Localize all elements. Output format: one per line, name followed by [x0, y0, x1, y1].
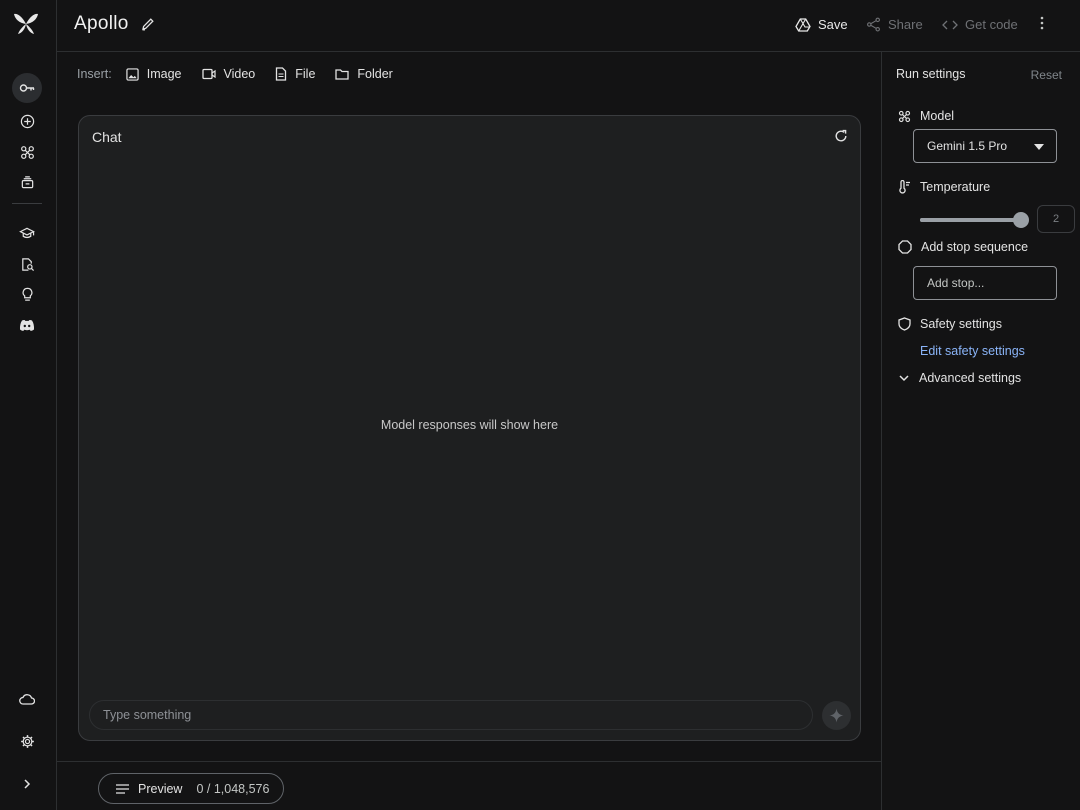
image-icon: [126, 67, 139, 81]
folder-icon: [335, 69, 350, 80]
share-icon: [867, 17, 880, 32]
model-icon: [898, 110, 911, 122]
preview-label: Preview: [138, 781, 183, 796]
library-icon[interactable]: [12, 167, 42, 197]
model-section-header: Model: [898, 109, 954, 123]
chevron-down-icon: [899, 375, 909, 382]
reset-button[interactable]: Reset: [1031, 68, 1062, 82]
prompt-title: Apollo: [74, 13, 129, 34]
app-logo-icon[interactable]: [13, 12, 39, 36]
expand-rail-chevron-icon[interactable]: [12, 769, 42, 799]
share-button[interactable]: Share: [866, 17, 923, 32]
temperature-slider-thumb[interactable]: [1013, 212, 1029, 228]
more-options-kebab-icon[interactable]: [1040, 16, 1044, 30]
insert-folder-label: Folder: [357, 67, 393, 81]
insert-file-button[interactable]: File: [275, 67, 315, 81]
empty-chat-message: Model responses will show here: [380, 418, 559, 432]
thermometer-icon: [899, 180, 910, 194]
insert-video-button[interactable]: Video: [201, 67, 256, 81]
rail-divider: [12, 203, 42, 204]
share-button-label: Share: [888, 17, 923, 32]
menu-lines-icon: [116, 783, 129, 794]
model-label: Model: [920, 109, 955, 123]
top-header: Apollo Save Share Get code: [57, 0, 1080, 52]
edit-safety-settings-link[interactable]: Edit safety settings: [920, 344, 1025, 358]
left-rail: [0, 0, 57, 810]
get-code-button-label: Get code: [965, 17, 1018, 32]
temperature-section-header: Temperature: [898, 180, 990, 194]
code-brackets-icon: [942, 20, 958, 29]
insert-image-label: Image: [146, 67, 182, 81]
dropdown-caret-icon: [1034, 144, 1044, 150]
model-select[interactable]: Gemini 1.5 Pro: [913, 129, 1057, 163]
file-icon: [276, 67, 287, 81]
get-code-button[interactable]: Get code: [942, 17, 1018, 32]
refresh-icon[interactable]: [834, 129, 848, 143]
run-send-button[interactable]: [822, 701, 851, 730]
chat-panel: Chat Model responses will show here: [78, 115, 861, 741]
shield-icon: [898, 317, 911, 331]
stop-sequence-label: Add stop sequence: [921, 240, 1029, 254]
key-icon[interactable]: [12, 73, 42, 103]
safety-settings-label: Safety settings: [920, 317, 1002, 331]
settings-gear-icon[interactable]: [12, 726, 42, 756]
insert-image-button[interactable]: Image: [126, 67, 182, 81]
docs-search-icon[interactable]: [12, 249, 42, 279]
temperature-slider-fill: [920, 218, 1024, 222]
stop-octagon-icon: [898, 240, 912, 254]
preview-button[interactable]: Preview 0 / 1,048,576: [98, 773, 284, 804]
safety-section-header: Safety settings: [898, 317, 1002, 331]
advanced-settings-label: Advanced settings: [919, 371, 1022, 385]
drive-icon: [795, 17, 811, 32]
stop-sequence-section-header: Add stop sequence: [898, 240, 1028, 254]
stop-sequence-input[interactable]: [913, 266, 1057, 300]
video-icon: [201, 68, 216, 80]
run-settings-title: Run settings: [896, 67, 966, 81]
token-count: 0 / 1,048,576: [196, 781, 270, 796]
run-settings-panel: Run settings Reset Model Gemini 1.5 Pro …: [881, 52, 1080, 810]
cloud-icon[interactable]: [12, 684, 42, 714]
school-icon[interactable]: [12, 218, 42, 248]
save-button[interactable]: Save: [795, 17, 848, 32]
discord-icon[interactable]: [12, 310, 42, 340]
chat-title: Chat: [92, 129, 122, 145]
insert-video-label: Video: [223, 67, 256, 81]
temperature-value-input[interactable]: 2: [1037, 205, 1075, 233]
insert-folder-button[interactable]: Folder: [335, 67, 393, 81]
insert-file-label: File: [295, 67, 316, 81]
chat-message-input[interactable]: [89, 700, 813, 730]
insert-label: Insert:: [77, 67, 112, 81]
model-select-value: Gemini 1.5 Pro: [927, 139, 1008, 153]
lightbulb-icon[interactable]: [12, 279, 42, 309]
edit-title-pencil-icon[interactable]: [141, 17, 155, 31]
save-button-label: Save: [818, 17, 848, 32]
add-circle-icon[interactable]: [12, 106, 42, 136]
temperature-slider-track[interactable]: [920, 218, 1024, 222]
sparkle-icon: [829, 708, 844, 723]
temperature-label: Temperature: [920, 180, 991, 194]
bottom-bar: Preview 0 / 1,048,576: [57, 761, 881, 810]
model-icon[interactable]: [12, 137, 42, 167]
insert-toolbar: Insert: Image Video File Folder: [77, 66, 413, 82]
advanced-settings-toggle[interactable]: Advanced settings: [898, 371, 1021, 385]
